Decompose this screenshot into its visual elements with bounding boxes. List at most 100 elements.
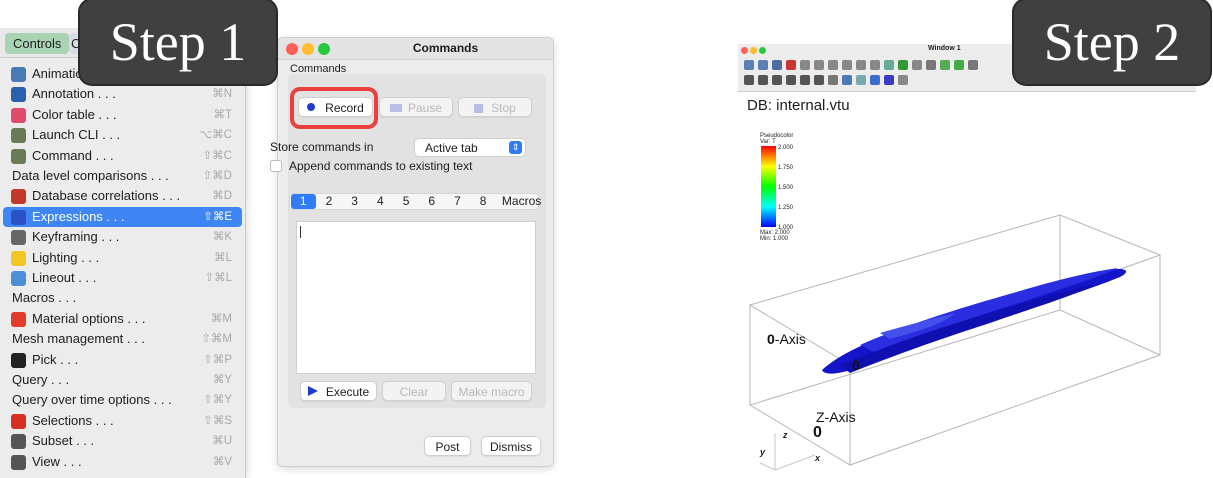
material-options-icon — [11, 311, 26, 327]
toolbar-mode-icon[interactable] — [814, 75, 824, 85]
toolbar-tool-icon[interactable] — [940, 60, 950, 70]
toolbar-tool-icon[interactable] — [968, 60, 978, 70]
toolbar-mode-icon[interactable] — [758, 75, 768, 85]
toolbar-tool-icon[interactable] — [828, 60, 838, 70]
toolbar-mode-icon[interactable] — [800, 75, 810, 85]
toolbar-tool-icon[interactable] — [786, 60, 796, 70]
macro-tab[interactable]: 8 — [471, 194, 496, 209]
menu-item-shortcut: ⌘L — [214, 251, 232, 264]
menu-item[interactable]: Data level comparisons . . . ⇧⌘D — [3, 166, 242, 186]
menu-item[interactable]: Query over time options . . . ⇧⌘Y — [3, 390, 242, 410]
menu-item[interactable]: Material options . . . ⌘M — [3, 309, 242, 329]
stop-button[interactable]: Stop — [458, 97, 532, 117]
menu-item-label: Query . . . — [12, 372, 70, 387]
make-macro-button[interactable]: Make macro — [451, 381, 532, 401]
macro-tab[interactable]: 7 — [445, 194, 470, 209]
database-correlations-icon — [11, 189, 26, 205]
toolbar-mode-icon[interactable] — [828, 75, 838, 85]
macro-tab[interactable]: 4 — [368, 194, 393, 209]
triad-y-label: y — [760, 447, 766, 457]
store-commands-select[interactable]: Active tab ⇕ — [414, 138, 526, 157]
menu-item[interactable]: Lineout . . . ⇧⌘L — [3, 268, 242, 288]
append-checkbox[interactable] — [270, 160, 282, 172]
toolbar-tool-icon[interactable] — [744, 60, 754, 70]
menu-item[interactable]: Lighting . . . ⌘L — [3, 248, 242, 268]
store-commands-label: Store commands in — [270, 140, 374, 154]
toolbar-tool-icon[interactable] — [870, 60, 880, 70]
menu-item-label: Pick . . . — [32, 351, 79, 367]
menu-item[interactable]: Command . . . ⇧⌘C — [3, 146, 242, 166]
pause-button[interactable]: Pause — [379, 97, 453, 117]
legend-tick: 1.750 — [778, 165, 794, 171]
menu-item-label: Database correlations . . . — [32, 188, 181, 204]
macro-tab[interactable]: 2 — [317, 194, 342, 209]
menu-item-shortcut: ⇧⌘L — [204, 272, 232, 284]
menu-item-label: Color table . . . — [32, 106, 117, 122]
toolbar-tool-icon[interactable] — [842, 60, 852, 70]
menu-item-label: Selections . . . — [32, 412, 114, 428]
zoom-icon[interactable] — [759, 47, 766, 54]
menu-item[interactable]: Keyframing . . . ⌘K — [3, 227, 242, 247]
execute-button[interactable]: Execute — [300, 381, 377, 401]
menu-item-shortcut: ⌘N — [212, 88, 232, 101]
toolbar-tool-icon[interactable] — [800, 60, 810, 70]
menu-item[interactable]: Selections . . . ⇧⌘S — [3, 411, 242, 431]
toolbar-tool-icon[interactable] — [884, 60, 894, 70]
menu-item-shortcut: ⇧⌘M — [201, 333, 232, 346]
window1-title: Window 1 — [928, 45, 961, 52]
menu-item[interactable]: Database correlations . . . ⌘D — [3, 186, 242, 206]
close-icon[interactable] — [741, 47, 748, 54]
macro-tab[interactable]: 6 — [420, 194, 445, 209]
toolbar-mode-icon[interactable] — [856, 75, 866, 85]
menu-item[interactable]: Launch CLI . . . ⌥⌘C — [3, 125, 242, 145]
command-icon — [11, 148, 26, 164]
commands-textarea[interactable] — [296, 221, 536, 374]
clear-button[interactable]: Clear — [382, 381, 446, 401]
toolbar-mode-icon[interactable] — [870, 75, 880, 85]
menu-item[interactable]: Mesh management . . . ⇧⌘M — [3, 329, 242, 349]
menu-item-shortcut: ⌘K — [212, 231, 232, 244]
minimize-icon[interactable] — [750, 47, 757, 54]
toolbar-tool-icon[interactable] — [898, 60, 908, 70]
macro-tab[interactable]: Macros — [497, 194, 547, 209]
toolbar-tool-icon[interactable] — [856, 60, 866, 70]
menu-item-shortcut: ⇧⌘C — [202, 149, 232, 162]
toolbar-mode-icon[interactable] — [786, 75, 796, 85]
toolbar-mode-icon[interactable] — [884, 75, 894, 85]
menubar-controls[interactable]: Controls — [5, 33, 70, 54]
toolbar-mode-icon[interactable] — [842, 75, 852, 85]
toolbar-tool-icon[interactable] — [954, 60, 964, 70]
toolbar-tool-icon[interactable] — [912, 60, 922, 70]
menu-item-shortcut: ⌥⌘C — [198, 129, 232, 142]
stop-label: Stop — [491, 101, 516, 115]
axis-zero-1: 0 — [767, 331, 775, 347]
annotation-icon — [11, 87, 26, 103]
menu-item-shortcut: ⌘T — [213, 108, 232, 121]
toolbar-tool-icon[interactable] — [814, 60, 824, 70]
macro-tab[interactable]: 3 — [342, 194, 367, 209]
menu-item-shortcut: ⌘M — [210, 312, 232, 325]
toolbar-tool-icon[interactable] — [772, 60, 782, 70]
toolbar-mode-icon[interactable] — [898, 75, 908, 85]
step-1-badge: Step 1 — [80, 0, 276, 84]
menu-item[interactable]: Pick . . . ⇧⌘P — [3, 350, 242, 370]
view-icon — [11, 454, 26, 470]
toolbar-tool-icon[interactable] — [926, 60, 936, 70]
toolbar-mode-icon[interactable] — [744, 75, 754, 85]
menu-item[interactable]: Macros . . . — [3, 288, 242, 308]
menu-item-label: Query over time options . . . — [12, 392, 172, 408]
menu-item[interactable]: Query . . . ⌘Y — [3, 370, 242, 390]
z-axis-label: Z-Axis — [816, 409, 856, 425]
macro-tab[interactable]: 5 — [394, 194, 419, 209]
menu-item[interactable]: Subset . . . ⌘U — [3, 431, 242, 451]
toolbar-tool-icon[interactable] — [758, 60, 768, 70]
menu-item[interactable]: Color table . . . ⌘T — [3, 105, 242, 125]
dismiss-button[interactable]: Dismiss — [481, 436, 541, 456]
menu-item-label: Lineout . . . — [32, 270, 97, 285]
menu-item[interactable]: Annotation . . . ⌘N — [3, 84, 242, 104]
menu-item[interactable]: View . . . ⌘V — [3, 452, 242, 472]
menu-item[interactable]: Expressions . . . ⇧⌘E — [3, 206, 242, 228]
macro-tab[interactable]: 1 — [291, 194, 316, 209]
toolbar-mode-icon[interactable] — [772, 75, 782, 85]
post-button[interactable]: Post — [424, 436, 471, 456]
